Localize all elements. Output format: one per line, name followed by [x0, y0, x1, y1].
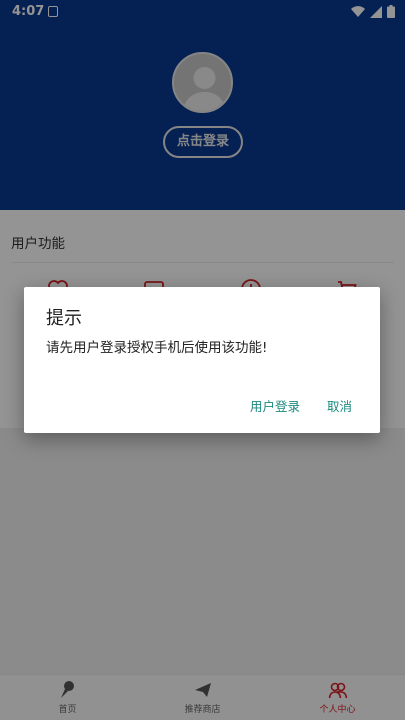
user-login-button[interactable]: 用户登录 [250, 396, 300, 415]
dialog-message: 请先用户登录授权手机后使用该功能! [46, 340, 268, 356]
cancel-button[interactable]: 取消 [327, 396, 352, 415]
alert-dialog: 提示 请先用户登录授权手机后使用该功能! 用户登录 取消 [24, 287, 380, 433]
dialog-title: 提示 [46, 308, 82, 329]
